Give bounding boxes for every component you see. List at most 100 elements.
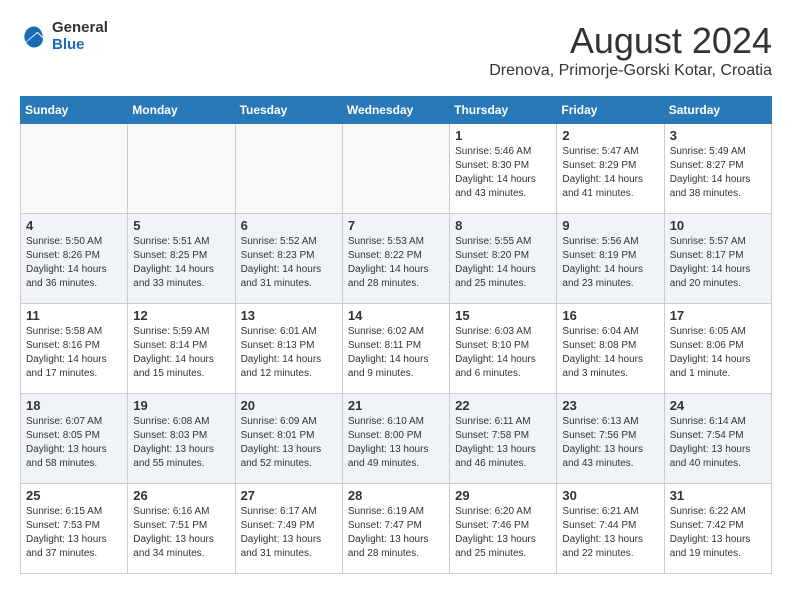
calendar-col-header: Friday [557, 97, 664, 124]
day-info: Sunrise: 6:19 AM Sunset: 7:47 PM Dayligh… [348, 505, 444, 561]
day-number: 13 [241, 308, 337, 323]
day-number: 6 [241, 218, 337, 233]
day-info: Sunrise: 5:59 AM Sunset: 8:14 PM Dayligh… [133, 325, 229, 381]
day-info: Sunrise: 5:53 AM Sunset: 8:22 PM Dayligh… [348, 235, 444, 291]
day-number: 23 [562, 398, 658, 413]
day-number: 1 [455, 128, 551, 143]
day-info: Sunrise: 6:13 AM Sunset: 7:56 PM Dayligh… [562, 415, 658, 471]
calendar-cell: 28 Sunrise: 6:19 AM Sunset: 7:47 PM Dayli… [342, 484, 449, 574]
calendar-cell: 19Sunrise: 6:08 AM Sunset: 8:03 PM Dayli… [128, 394, 235, 484]
calendar-header-row: SundayMondayTuesdayWednesdayThursdayFrid… [21, 97, 772, 124]
day-number: 29 [455, 488, 551, 503]
day-number: 24 [670, 398, 766, 413]
day-number: 25 [26, 488, 122, 503]
month-year-title: August 2024 [489, 20, 772, 62]
calendar-cell: 27 Sunrise: 6:17 AM Sunset: 7:49 PM Dayli… [235, 484, 342, 574]
page-header: General Blue August 2024 Drenova, Primor… [20, 20, 772, 80]
calendar-cell: 26 Sunrise: 6:16 AM Sunset: 7:51 PM Dayli… [128, 484, 235, 574]
day-number: 14 [348, 308, 444, 323]
location-subtitle: Drenova, Primorje-Gorski Kotar, Croatia [489, 62, 772, 80]
day-number: 12 [133, 308, 229, 323]
calendar-cell [342, 124, 449, 214]
day-info: Sunrise: 5:50 AM Sunset: 8:26 PM Dayligh… [26, 235, 122, 291]
calendar-cell [235, 124, 342, 214]
calendar-cell: 24 Sunrise: 6:14 AM Sunset: 7:54 PM Dayli… [664, 394, 771, 484]
day-number: 4 [26, 218, 122, 233]
calendar-cell: 20 Sunrise: 6:09 AM Sunset: 8:01 PM Dayli… [235, 394, 342, 484]
day-info: Sunrise: 5:57 AM Sunset: 8:17 PM Dayligh… [670, 235, 766, 291]
day-number: 26 [133, 488, 229, 503]
logo-icon [20, 23, 48, 51]
day-number: 27 [241, 488, 337, 503]
day-number: 20 [241, 398, 337, 413]
calendar-cell: 9 Sunrise: 5:56 AM Sunset: 8:19 PM Daylig… [557, 214, 664, 304]
day-number: 28 [348, 488, 444, 503]
calendar-cell: 29 Sunrise: 6:20 AM Sunset: 7:46 PM Dayli… [450, 484, 557, 574]
calendar-cell: 22 Sunrise: 6:11 AM Sunset: 7:58 PM Dayli… [450, 394, 557, 484]
day-info: Sunrise: 6:20 AM Sunset: 7:46 PM Dayligh… [455, 505, 551, 561]
calendar-week-row: 1 Sunrise: 5:46 AM Sunset: 8:30 PM Daylig… [21, 124, 772, 214]
calendar-col-header: Saturday [664, 97, 771, 124]
day-info: Sunrise: 5:58 AM Sunset: 8:16 PM Dayligh… [26, 325, 122, 381]
calendar-cell: 10 Sunrise: 5:57 AM Sunset: 8:17 PM Dayli… [664, 214, 771, 304]
day-info: Sunrise: 5:46 AM Sunset: 8:30 PM Dayligh… [455, 145, 551, 201]
calendar-cell [128, 124, 235, 214]
calendar-cell: 1 Sunrise: 5:46 AM Sunset: 8:30 PM Daylig… [450, 124, 557, 214]
day-number: 8 [455, 218, 551, 233]
day-info: Sunrise: 6:17 AM Sunset: 7:49 PM Dayligh… [241, 505, 337, 561]
day-info: Sunrise: 6:11 AM Sunset: 7:58 PM Dayligh… [455, 415, 551, 471]
calendar-cell: 8 Sunrise: 5:55 AM Sunset: 8:20 PM Daylig… [450, 214, 557, 304]
calendar-cell: 3 Sunrise: 5:49 AM Sunset: 8:27 PM Daylig… [664, 124, 771, 214]
calendar-cell: 25 Sunrise: 6:15 AM Sunset: 7:53 PM Dayli… [21, 484, 128, 574]
day-info: Sunrise: 5:49 AM Sunset: 8:27 PM Dayligh… [670, 145, 766, 201]
day-number: 11 [26, 308, 122, 323]
day-info: Sunrise: 5:56 AM Sunset: 8:19 PM Dayligh… [562, 235, 658, 291]
day-info: Sunrise: 6:21 AM Sunset: 7:44 PM Dayligh… [562, 505, 658, 561]
calendar-cell: 21Sunrise: 6:10 AM Sunset: 8:00 PM Dayli… [342, 394, 449, 484]
calendar-week-row: 25 Sunrise: 6:15 AM Sunset: 7:53 PM Dayli… [21, 484, 772, 574]
day-info: Sunrise: 6:02 AM Sunset: 8:11 PM Dayligh… [348, 325, 444, 381]
day-info: Sunrise: 6:09 AM Sunset: 8:01 PM Dayligh… [241, 415, 337, 471]
day-info: Sunrise: 6:01 AM Sunset: 8:13 PM Dayligh… [241, 325, 337, 381]
day-number: 3 [670, 128, 766, 143]
day-number: 30 [562, 488, 658, 503]
logo-text: General Blue [52, 20, 108, 53]
title-block: August 2024 Drenova, Primorje-Gorski Kot… [489, 20, 772, 80]
day-info: Sunrise: 6:15 AM Sunset: 7:53 PM Dayligh… [26, 505, 122, 561]
day-number: 10 [670, 218, 766, 233]
day-number: 2 [562, 128, 658, 143]
calendar-col-header: Thursday [450, 97, 557, 124]
calendar-cell: 13 Sunrise: 6:01 AM Sunset: 8:13 PM Dayli… [235, 304, 342, 394]
day-info: Sunrise: 5:52 AM Sunset: 8:23 PM Dayligh… [241, 235, 337, 291]
calendar-col-header: Monday [128, 97, 235, 124]
day-info: Sunrise: 6:22 AM Sunset: 7:42 PM Dayligh… [670, 505, 766, 561]
calendar-week-row: 11 Sunrise: 5:58 AM Sunset: 8:16 PM Dayli… [21, 304, 772, 394]
calendar-cell: 23 Sunrise: 6:13 AM Sunset: 7:56 PM Dayli… [557, 394, 664, 484]
logo: General Blue [20, 20, 108, 53]
day-number: 19 [133, 398, 229, 413]
day-info: Sunrise: 6:07 AM Sunset: 8:05 PM Dayligh… [26, 415, 122, 471]
day-info: Sunrise: 6:14 AM Sunset: 7:54 PM Dayligh… [670, 415, 766, 471]
calendar-cell: 5Sunrise: 5:51 AM Sunset: 8:25 PM Daylig… [128, 214, 235, 304]
day-info: Sunrise: 5:55 AM Sunset: 8:20 PM Dayligh… [455, 235, 551, 291]
calendar-week-row: 4 Sunrise: 5:50 AM Sunset: 8:26 PM Daylig… [21, 214, 772, 304]
calendar-cell: 7 Sunrise: 5:53 AM Sunset: 8:22 PM Daylig… [342, 214, 449, 304]
logo-blue: Blue [52, 37, 108, 54]
day-number: 21 [348, 398, 444, 413]
day-number: 17 [670, 308, 766, 323]
calendar-cell: 14 Sunrise: 6:02 AM Sunset: 8:11 PM Dayli… [342, 304, 449, 394]
day-info: Sunrise: 6:03 AM Sunset: 8:10 PM Dayligh… [455, 325, 551, 381]
day-number: 7 [348, 218, 444, 233]
day-number: 9 [562, 218, 658, 233]
day-number: 31 [670, 488, 766, 503]
calendar-cell: 16Sunrise: 6:04 AM Sunset: 8:08 PM Dayli… [557, 304, 664, 394]
calendar-week-row: 18 Sunrise: 6:07 AM Sunset: 8:05 PM Dayli… [21, 394, 772, 484]
calendar-table: SundayMondayTuesdayWednesdayThursdayFrid… [20, 96, 772, 574]
day-number: 22 [455, 398, 551, 413]
day-info: Sunrise: 5:47 AM Sunset: 8:29 PM Dayligh… [562, 145, 658, 201]
day-number: 18 [26, 398, 122, 413]
day-info: Sunrise: 6:16 AM Sunset: 7:51 PM Dayligh… [133, 505, 229, 561]
calendar-cell: 2 Sunrise: 5:47 AM Sunset: 8:29 PM Daylig… [557, 124, 664, 214]
calendar-cell: 11 Sunrise: 5:58 AM Sunset: 8:16 PM Dayli… [21, 304, 128, 394]
calendar-cell: 31 Sunrise: 6:22 AM Sunset: 7:42 PM Dayli… [664, 484, 771, 574]
